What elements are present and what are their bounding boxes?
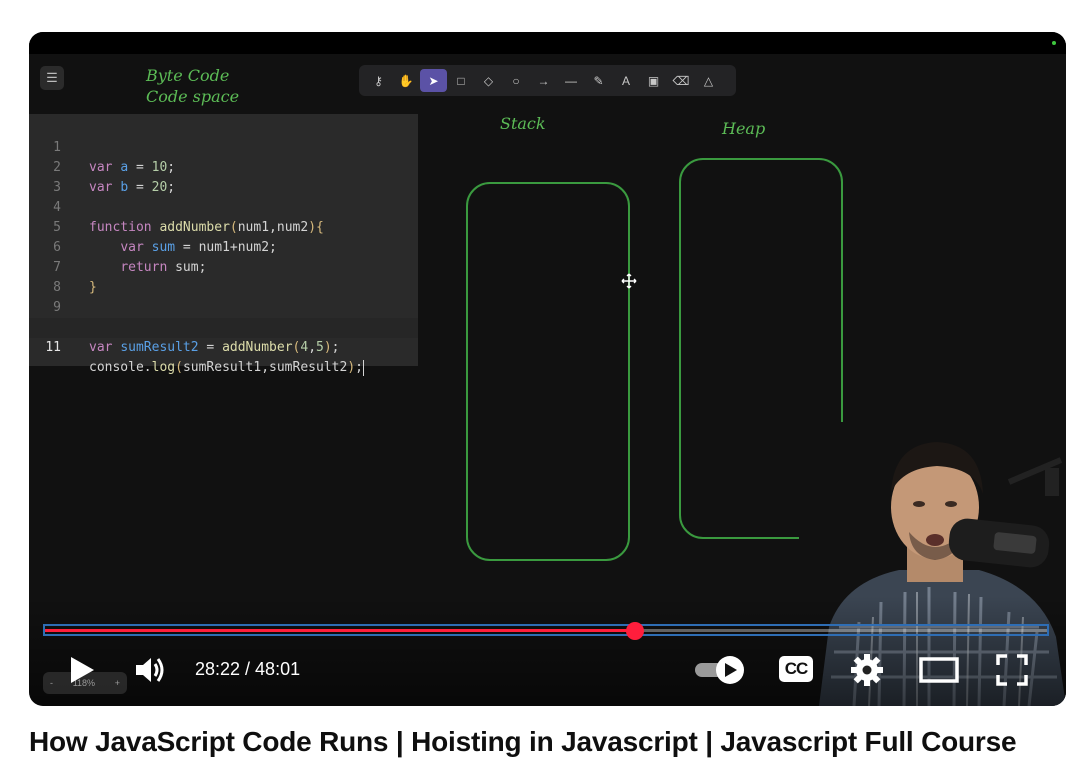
note-code-space: Code space	[146, 87, 240, 106]
ellipse-icon: ○	[512, 73, 520, 88]
autoplay-toggle-icon[interactable]	[693, 654, 747, 686]
controls-gradient	[29, 596, 1066, 706]
video-title: How JavaScript Code Runs | Hoisting in J…	[29, 726, 1017, 757]
text-caret	[362, 359, 364, 376]
code-line: 7 }	[29, 238, 418, 295]
hamburger-icon: ☰	[40, 66, 64, 90]
theater-mode-icon[interactable]	[919, 656, 959, 684]
arrow-icon: →	[537, 73, 550, 88]
code-editor: 1 var a = 10; 2 var b = 20; 3 4 function…	[29, 114, 418, 376]
stack-label: Stack	[500, 114, 546, 133]
video-player[interactable]: ☰ Byte Code Code space ⚷ ✋ ➤ □ ◇ ○ → — ✎…	[29, 32, 1066, 706]
pencil-icon: ✎	[593, 73, 604, 88]
code-line: 9 var sumResult1 = addNumber(a,b);	[29, 278, 418, 335]
code-line-current: 11 console.log(sumResult1,sumResult2);	[29, 318, 418, 376]
player-top-edge	[29, 32, 1066, 54]
play-icon[interactable]	[67, 654, 97, 686]
captions-button[interactable]: CC	[779, 656, 813, 682]
text-icon: A	[621, 73, 630, 88]
code-text: var sumResult2 = addNumber(4,5);	[89, 340, 340, 355]
image-icon: ▣	[647, 73, 660, 88]
diamond-icon: ◇	[483, 73, 494, 88]
pointer-icon: ➤	[420, 69, 447, 92]
code-text: console.log(sumResult1,sumResult2);	[89, 359, 364, 376]
code-line: 5 var sum = num1+num2;	[29, 198, 418, 255]
scrubber-handle[interactable]	[626, 622, 644, 640]
rectangle-icon: □	[457, 73, 465, 88]
stack-box	[466, 182, 630, 561]
heap-label: Heap	[722, 119, 766, 138]
progress-played	[45, 629, 635, 632]
zoom-out: -	[50, 678, 53, 688]
line-number: 11	[45, 340, 61, 355]
time-display: 28:22 / 48:01	[195, 659, 301, 679]
line-icon: —	[565, 73, 577, 88]
zoom-in: +	[114, 678, 120, 688]
status-dot	[1052, 41, 1056, 45]
code-line: 10 var sumResult2 = addNumber(4,5);	[29, 298, 418, 355]
code-line: 3	[29, 158, 418, 195]
eraser-icon: ⌫	[672, 73, 690, 88]
drawing-toolbar: ⚷ ✋ ➤ □ ◇ ○ → — ✎ A ▣ ⌫ △	[359, 65, 736, 96]
code-line: 2 var b = 20;	[29, 138, 418, 195]
note-byte-code: Byte Code	[146, 66, 230, 85]
code-line: 1 var a = 10;	[29, 118, 418, 175]
code-line: 4 function addNumber(num1,num2){	[29, 178, 418, 235]
lock-icon: ⚷	[374, 73, 383, 88]
code-line: 6 return sum;	[29, 218, 418, 275]
shapes-library-icon: △	[703, 73, 714, 88]
volume-icon[interactable]	[134, 654, 168, 686]
move-cursor-icon	[621, 273, 637, 289]
fullscreen-icon[interactable]	[995, 653, 1029, 687]
code-line: 8	[29, 258, 418, 295]
gear-icon[interactable]	[850, 653, 884, 687]
hand-icon: ✋	[398, 73, 414, 88]
